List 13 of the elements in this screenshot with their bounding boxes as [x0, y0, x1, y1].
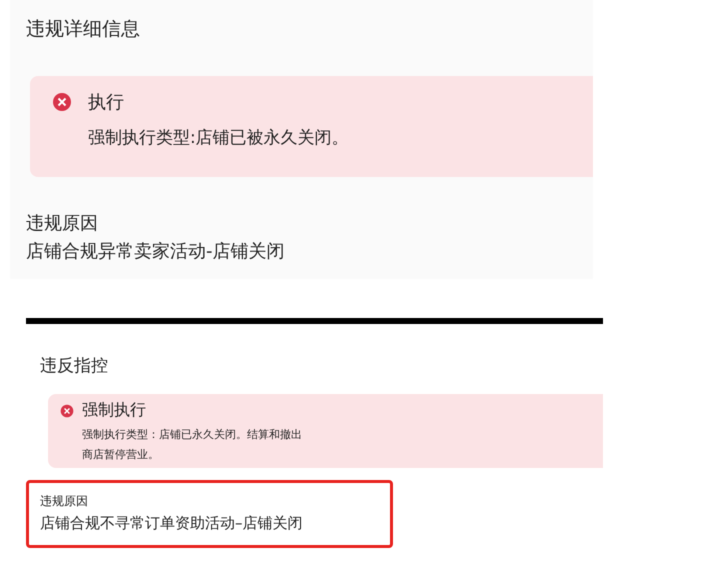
section-title: 违规详细信息 [26, 17, 141, 42]
alert-title: 强制执行 [82, 400, 147, 421]
error-icon [60, 404, 74, 418]
reason-label: 违规原因 [40, 493, 89, 510]
alert-text: 商店暂停营业。 [82, 447, 160, 463]
alert-text: 强制执行类型：店铺已永久关闭。结算和撤出 [82, 427, 302, 443]
reason-value: 店铺合规异常卖家活动-店铺关闭 [26, 240, 286, 263]
error-icon [52, 92, 72, 112]
alert-title: 执行 [88, 91, 125, 114]
section-title: 违反指控 [40, 355, 109, 378]
alert-text: 强制执行类型:店铺已被永久关闭。 [88, 127, 349, 149]
reason-value: 店铺合规不寻常订单资助活动–店铺关闭 [40, 514, 304, 533]
reason-label: 违规原因 [26, 212, 99, 235]
